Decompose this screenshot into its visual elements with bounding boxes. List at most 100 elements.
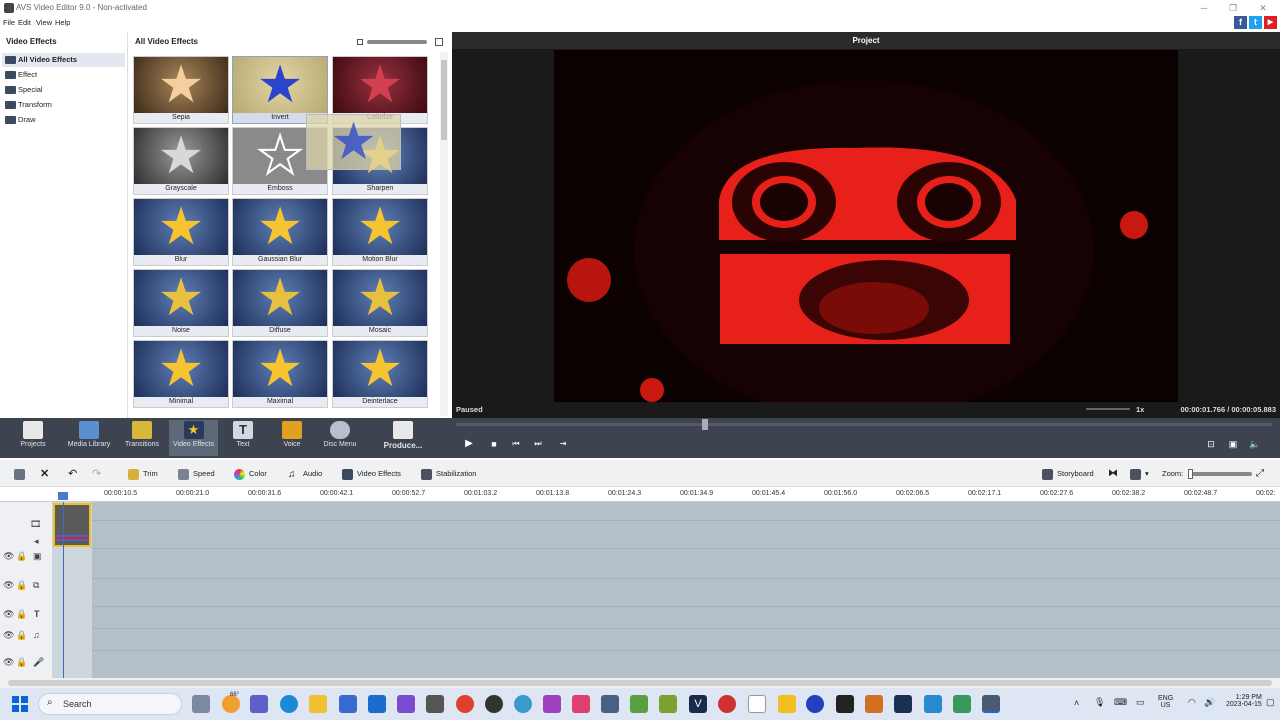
menu-edit[interactable]: Edit: [18, 18, 31, 27]
effect-gaussian-blur[interactable]: ★ Gaussian Blur: [232, 198, 328, 266]
tree-item-all-video-effects[interactable]: All Video Effects: [2, 53, 125, 67]
gallery-scrollbar[interactable]: [440, 52, 448, 416]
seek-bar[interactable]: [456, 419, 1272, 430]
projects-button[interactable]: Projects: [14, 420, 52, 456]
app-icon[interactable]: [543, 695, 561, 713]
transitions-button[interactable]: Transitions: [120, 420, 164, 456]
thumb-size-slider[interactable]: [367, 40, 427, 44]
playhead-marker[interactable]: [58, 492, 68, 500]
wifi-icon[interactable]: ◠: [1188, 697, 1196, 708]
seek-handle[interactable]: [702, 419, 708, 430]
zoom-slider-handle[interactable]: [1188, 469, 1193, 479]
chrome-icon[interactable]: [456, 695, 474, 713]
tree-item-draw[interactable]: Draw: [2, 113, 125, 127]
app-icon[interactable]: [514, 695, 532, 713]
scrollbar-thumb[interactable]: [8, 680, 1272, 686]
play-icon[interactable]: ▶: [462, 437, 476, 451]
timeline-mode-icon[interactable]: [14, 467, 29, 481]
eye-icon[interactable]: 👁: [3, 630, 14, 641]
snapshot-icon[interactable]: ▣: [1226, 437, 1240, 451]
effect-diffuse[interactable]: ★ Diffuse: [232, 269, 328, 337]
app-icon[interactable]: [718, 695, 736, 713]
voice-button[interactable]: Voice: [276, 420, 308, 456]
file-explorer-icon[interactable]: [309, 695, 327, 713]
task-view-icon[interactable]: [192, 695, 210, 713]
notepad-icon[interactable]: [748, 695, 766, 713]
app-icon[interactable]: [778, 695, 796, 713]
taskbar-search[interactable]: ⌕ Search: [38, 693, 182, 715]
maximize-button[interactable]: ❐: [1225, 2, 1241, 14]
timeline-scrollbar[interactable]: [0, 678, 1280, 688]
video-effects-button[interactable]: ★ Video Effects: [169, 420, 218, 456]
language-indicator[interactable]: ENG US: [1158, 695, 1173, 709]
volume-icon[interactable]: 🔈: [1248, 437, 1262, 451]
minimize-button[interactable]: ─: [1196, 2, 1212, 14]
microphone-tray-icon[interactable]: 🎙: [1094, 697, 1105, 708]
steam-icon[interactable]: [894, 695, 912, 713]
color-button[interactable]: Color: [234, 467, 267, 481]
app-v-icon[interactable]: V: [689, 695, 707, 713]
produce-button[interactable]: Produce...: [378, 420, 428, 456]
lock-icon[interactable]: 🔒: [16, 580, 27, 591]
twitter-icon[interactable]: t: [1249, 16, 1262, 29]
lock-icon[interactable]: 🔒: [16, 551, 27, 562]
display-tray-icon[interactable]: ▭: [1136, 697, 1145, 708]
effect-deinterlace[interactable]: ★ Deinterlace: [332, 340, 428, 408]
loop-icon[interactable]: ⇥: [556, 437, 570, 451]
volume-slider[interactable]: [1086, 408, 1130, 410]
eye-icon[interactable]: 👁: [3, 657, 14, 668]
edge-icon[interactable]: [280, 695, 298, 713]
stabilization-button[interactable]: Stabilization: [421, 467, 476, 481]
effect-noise[interactable]: ★ Noise: [133, 269, 229, 337]
disc-menu-button[interactable]: Disc Menu: [320, 420, 360, 456]
effect-sepia[interactable]: ★ Sepia: [133, 56, 229, 124]
effect-maximal[interactable]: ★ Maximal: [232, 340, 328, 408]
volume-tray-icon[interactable]: 🔊: [1204, 697, 1215, 708]
zoom-slider[interactable]: [1188, 469, 1252, 479]
tree-item-special[interactable]: Special: [2, 83, 125, 97]
store-icon[interactable]: [339, 695, 357, 713]
tree-item-effect[interactable]: Effect: [2, 68, 125, 82]
video-frame[interactable]: [554, 50, 1178, 402]
tree-item-transform[interactable]: Transform: [2, 98, 125, 112]
fit-screen-icon[interactable]: ⊡: [1204, 437, 1218, 451]
audio-levels-icon[interactable]: ⧓: [1108, 467, 1118, 481]
notification-icon[interactable]: ▢: [1266, 697, 1275, 708]
effect-grayscale[interactable]: ★ Grayscale: [133, 127, 229, 195]
app-icon[interactable]: [953, 695, 971, 713]
small-thumb-icon[interactable]: [357, 39, 363, 45]
effect-motion-blur[interactable]: ★ Motion Blur: [332, 198, 428, 266]
redo-icon[interactable]: ↷: [92, 467, 101, 481]
video-effects-tool-button[interactable]: Video Effects: [342, 467, 401, 481]
app-icon[interactable]: [659, 695, 677, 713]
video-clip[interactable]: [53, 503, 91, 547]
fit-timeline-icon[interactable]: ⤢: [1256, 467, 1264, 481]
effect-blur[interactable]: ★ Blur: [133, 198, 229, 266]
app-icon[interactable]: [485, 695, 503, 713]
keyboard-tray-icon[interactable]: ⌨: [1114, 697, 1127, 708]
timeline-tracks[interactable]: [0, 502, 1280, 678]
audio-button[interactable]: ♫ Audio: [288, 467, 322, 481]
aspect-ratio-icon[interactable]: ▾: [1130, 467, 1149, 481]
lock-icon[interactable]: 🔒: [16, 657, 27, 668]
app-icon[interactable]: [397, 695, 415, 713]
menu-help[interactable]: Help: [55, 18, 70, 27]
facebook-icon[interactable]: f: [1234, 16, 1247, 29]
app-icon[interactable]: [806, 695, 824, 713]
app-icon[interactable]: [836, 695, 854, 713]
app-icon[interactable]: [426, 695, 444, 713]
app-icon[interactable]: [924, 695, 942, 713]
lock-icon[interactable]: 🔒: [16, 609, 27, 620]
large-thumb-icon[interactable]: [435, 38, 443, 46]
weather-icon[interactable]: 66°: [222, 692, 240, 713]
effect-mosaic[interactable]: ★ Mosaic: [332, 269, 428, 337]
next-frame-icon[interactable]: ⏭: [531, 437, 545, 451]
text-button[interactable]: T Text: [226, 420, 260, 456]
scrollbar-thumb[interactable]: [441, 60, 447, 140]
playhead-line[interactable]: [63, 502, 64, 678]
minecraft-icon[interactable]: [630, 695, 648, 713]
timeline-ruler[interactable]: 00:00:10.5 00:00:21.0 00:00:31.6 00:00:4…: [0, 487, 1280, 502]
clock[interactable]: 1:29 PM 2023-04-15: [1226, 694, 1262, 708]
mail-icon[interactable]: [368, 695, 386, 713]
app-icon[interactable]: [601, 695, 619, 713]
